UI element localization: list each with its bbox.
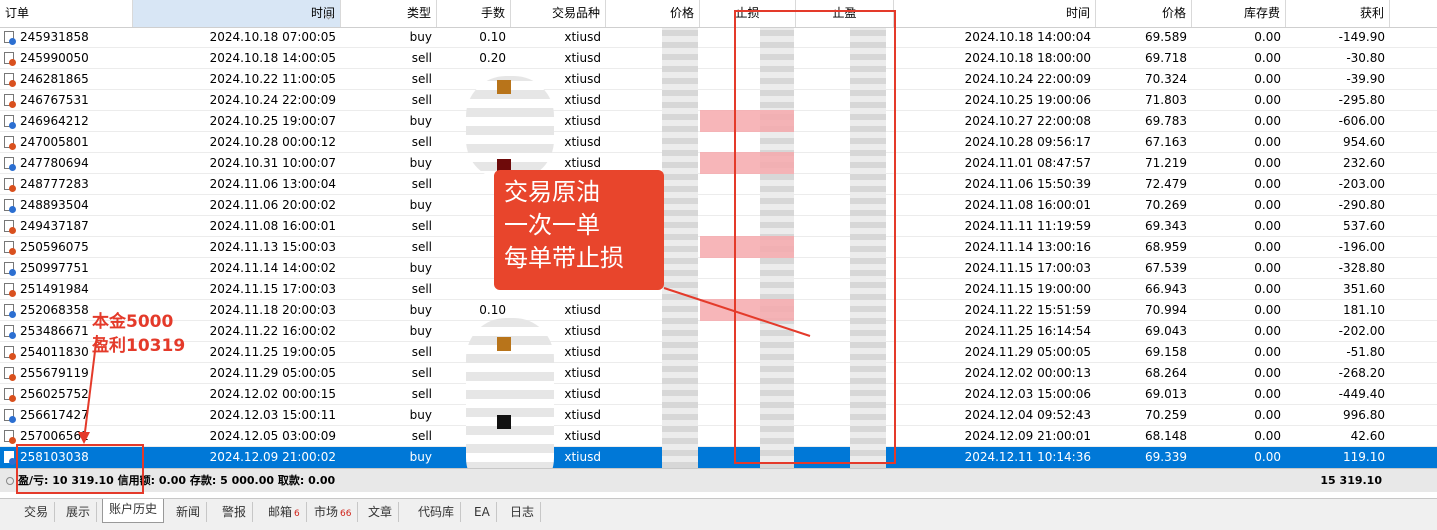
annotation-arrows [78,287,811,444]
